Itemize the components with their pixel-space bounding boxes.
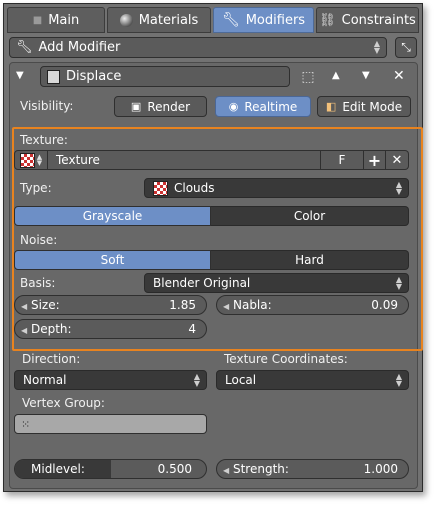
edit-mode-label: Edit Mode xyxy=(342,99,403,114)
midlevel-slider[interactable]: Midlevel: 0.500 xyxy=(14,459,207,479)
wrench-icon: 🔧︎ xyxy=(221,12,240,28)
move-up-icon[interactable]: ▲ xyxy=(332,70,340,81)
add-modifier-label: Add Modifier xyxy=(38,40,121,55)
dropdown-arrows-icon: ▲ ▼ xyxy=(395,372,402,388)
visibility-label: Visibility: xyxy=(20,99,74,113)
camera-icon: ▣ xyxy=(130,100,142,113)
midlevel-value: 0.500 xyxy=(157,462,192,476)
edit-mode-icon: ◧ xyxy=(325,100,337,113)
move-down-icon[interactable]: ▼ xyxy=(362,70,370,81)
wrench-dot-icon: ■ xyxy=(32,14,43,26)
collapse-triangle-icon[interactable]: ▼ xyxy=(16,70,30,82)
direction-label: Direction: xyxy=(22,352,81,366)
realtime-toggle-button[interactable]: ◉ Realtime xyxy=(215,96,311,117)
tab-constraints-label: Constraints xyxy=(341,12,416,28)
strength-value: 1.000 xyxy=(363,462,398,476)
vertex-group-field[interactable]: ⁙ xyxy=(14,414,207,434)
direction-value: Normal xyxy=(23,373,67,387)
tab-modifiers[interactable]: 🔧︎ Modifiers xyxy=(213,7,314,33)
vertex-group-icon: ⁙ xyxy=(21,417,31,431)
decrement-arrow-icon: ◀ xyxy=(223,466,230,475)
cage-toggle-icon[interactable]: ⬚ xyxy=(296,67,320,87)
dropdown-arrows-icon: ▲ ▼ xyxy=(373,39,380,55)
material-sphere-icon xyxy=(119,13,133,27)
strength-field[interactable]: ◀ Strength: 1.000 xyxy=(216,459,409,479)
tab-constraints[interactable]: ⛓︎ Constraints xyxy=(316,7,419,33)
collapse-toggle-button[interactable]: ⤡ xyxy=(395,37,417,58)
wrench-icon: 🔧︎ xyxy=(16,40,33,55)
eye-icon: ◉ xyxy=(228,100,239,113)
midlevel-label: Midlevel: xyxy=(31,462,85,476)
texture-coordinates-dropdown[interactable]: Local ▲ ▼ xyxy=(216,370,409,390)
tab-materials[interactable]: Materials xyxy=(107,7,211,33)
direction-dropdown[interactable]: Normal ▲ ▼ xyxy=(14,370,207,390)
edit-mode-toggle-button[interactable]: ◧ Edit Mode xyxy=(317,96,411,117)
realtime-label: Realtime xyxy=(244,99,298,114)
modifier-name-field[interactable]: Displace xyxy=(40,66,290,87)
texture-coordinates-label: Texture Coordinates: xyxy=(224,352,348,366)
displace-modifier-icon xyxy=(47,69,60,84)
add-modifier-dropdown[interactable]: 🔧︎ Add Modifier ▲ ▼ xyxy=(9,37,387,58)
vertex-group-label: Vertex Group: xyxy=(22,396,105,410)
tab-main-label: Main xyxy=(48,12,80,28)
close-icon[interactable]: ✕ xyxy=(393,68,405,84)
render-toggle-button[interactable]: ▣ Render xyxy=(114,96,207,117)
properties-window: ■ Main Materials 🔧︎ Modifiers ⛓︎ Constra… xyxy=(3,3,423,492)
tab-main[interactable]: ■ Main xyxy=(7,7,105,33)
tab-materials-label: Materials xyxy=(138,12,199,28)
modifier-name-value: Displace xyxy=(66,69,122,84)
dropdown-arrows-icon: ▲ ▼ xyxy=(193,372,200,388)
render-label: Render xyxy=(147,99,191,114)
texture-coordinates-value: Local xyxy=(225,373,257,387)
expand-arrows-icon: ⤡ xyxy=(401,40,411,54)
tab-modifiers-label: Modifiers xyxy=(245,12,306,28)
chain-link-icon: ⛓︎ xyxy=(319,12,336,28)
texture-settings-highlight xyxy=(12,127,423,351)
strength-label: Strength: xyxy=(232,462,289,476)
